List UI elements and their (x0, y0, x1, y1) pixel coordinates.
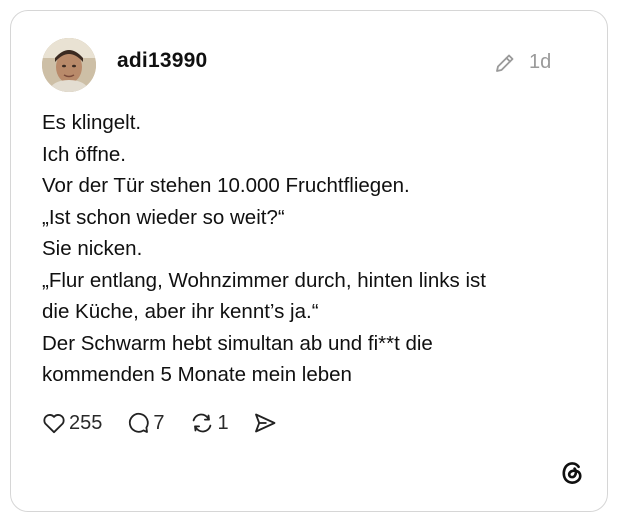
threads-logo-icon (562, 462, 582, 484)
send-icon (254, 413, 276, 433)
post-text-line: Der Schwarm hebt simultan ab und fi**t d… (42, 331, 433, 355)
comment-count: 7 (153, 411, 165, 434)
avatar-photo (42, 38, 96, 92)
post-text-line: „Flur entlang, Wohnzimmer durch, hinten … (42, 268, 486, 292)
share-button[interactable] (253, 412, 277, 434)
heart-icon (43, 414, 65, 434)
post-card: adi13990 1d Es klingelt. Ich öffne. Vor … (10, 10, 608, 512)
post-text-line: die Küche, aber ihr kennt’s ja.“ (42, 300, 319, 323)
post-text-line: Sie nicken. (42, 237, 143, 260)
comment-button[interactable]: 7 (126, 411, 165, 435)
post-timestamp: 1d (529, 51, 552, 73)
post-text-line: kommenden 5 Monate mein leben (42, 363, 352, 386)
repost-icon (192, 413, 211, 433)
post-text-line: Vor der Tür stehen 10.000 Fruchtfliegen. (42, 174, 410, 197)
post-text: Es klingelt. Ich öffne. Vor der Tür steh… (42, 107, 582, 391)
username[interactable]: adi13990 (117, 49, 207, 73)
pencil-icon[interactable] (493, 51, 517, 75)
repost-button[interactable]: 1 (189, 411, 229, 435)
action-bar: 255 7 1 (42, 409, 277, 437)
like-button[interactable]: 255 (42, 412, 102, 435)
repost-count: 1 (217, 411, 229, 434)
post-text-line: „Ist schon wieder so weit?“ (42, 205, 285, 229)
like-count: 255 (69, 411, 103, 434)
post-text-line: Ich öffne. (42, 142, 126, 166)
avatar[interactable] (42, 38, 96, 92)
comment-bubble-icon (129, 412, 150, 433)
post-text-line: Es klingelt. (42, 111, 142, 134)
